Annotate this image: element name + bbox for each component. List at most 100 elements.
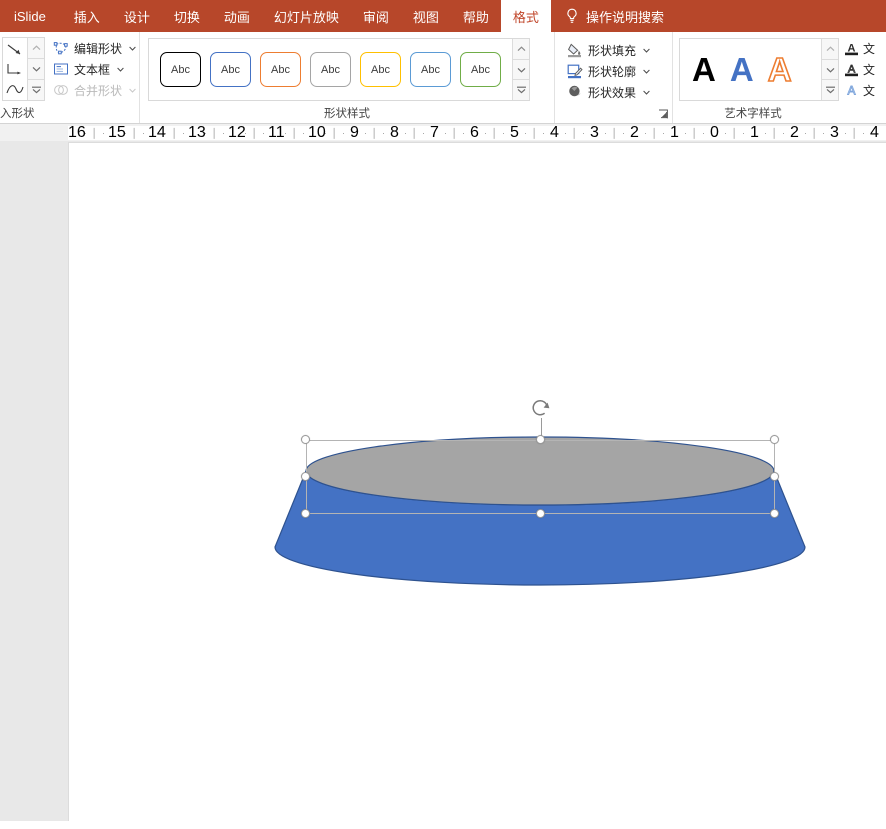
tab-design[interactable]: 设计 (112, 0, 162, 32)
shape-effects-label: 形状效果 (588, 84, 636, 101)
wordart-scroll-down-button[interactable] (822, 60, 838, 81)
handle-top-center[interactable] (536, 435, 545, 444)
rotate-handle[interactable] (530, 398, 552, 418)
tab-help[interactable]: 帮助 (451, 0, 501, 32)
ruler-half-tick: │ (650, 128, 659, 138)
shape-styles-dialog-launcher[interactable] (658, 109, 669, 120)
ruler-minor-tick: · (521, 128, 530, 138)
text-outline-label: 文 (863, 61, 875, 78)
ruler-minor-tick: · (259, 128, 268, 138)
tab-slideshow[interactable]: 幻灯片放映 (262, 0, 351, 32)
more-chevron-icon (31, 86, 42, 94)
wordart-gallery[interactable]: A A A (679, 38, 839, 101)
ruler-minor-tick: · (739, 128, 748, 138)
handle-middle-right[interactable] (770, 472, 779, 481)
shape-effects-icon (567, 84, 583, 100)
shape-fill-button[interactable]: 形状填充 (564, 40, 653, 60)
curve-icon[interactable] (5, 81, 25, 98)
edit-shape-button[interactable]: 编辑形状 (50, 38, 139, 58)
ruler-half-tick: │ (690, 128, 699, 138)
ruler-minor-tick: · (121, 128, 130, 138)
horizontal-ruler[interactable]: 16·│·15·│·14·│·13·│·12·│·11·│·10·│·9·│·8… (0, 124, 886, 142)
styles-more-button[interactable] (513, 80, 529, 100)
group-label-wordart-styles: 艺术字样式 (673, 105, 833, 121)
wordart-thumb[interactable]: A (768, 53, 792, 86)
text-effects-button[interactable]: A 文 (844, 81, 875, 100)
shape-style-thumb[interactable]: Abc (460, 52, 501, 87)
shape-style-thumb[interactable]: Abc (310, 52, 351, 87)
ruler-half-tick: │ (450, 128, 459, 138)
tab-insert[interactable]: 插入 (62, 0, 112, 32)
ruler-half-tick: │ (850, 128, 859, 138)
wordart-thumb[interactable]: A (730, 53, 754, 86)
ruler-minor-tick: · (561, 128, 570, 138)
shapes-scroll-up-button[interactable] (28, 38, 44, 59)
shape-outline-label: 形状轮廓 (588, 63, 636, 80)
tab-review[interactable]: 审阅 (351, 0, 401, 32)
work-area (0, 142, 886, 821)
tab-islide[interactable]: iSlide (0, 0, 62, 32)
tell-me-search[interactable]: 操作说明搜索 (551, 0, 674, 32)
tab-format[interactable]: 格式 (501, 0, 551, 32)
shape-outline-icon (567, 63, 583, 79)
text-fill-button[interactable]: A 文 (844, 39, 875, 58)
ruler-half-tick: │ (770, 128, 779, 138)
ruler-track: 16·│·15·│·14·│·13·│·12·│·11·│·10·│·9·│·8… (68, 126, 886, 140)
styles-scroll-down-button[interactable] (513, 60, 529, 81)
styles-scroll-up-button[interactable] (513, 39, 529, 60)
line-arrow-icon[interactable] (5, 41, 25, 58)
slide-canvas[interactable] (68, 142, 886, 821)
handle-middle-left[interactable] (301, 472, 310, 481)
text-box-button[interactable]: 文本框 (50, 59, 139, 79)
shapes-more-button[interactable] (28, 80, 44, 100)
ruler-minor-tick: · (219, 128, 228, 138)
wordart-more-button[interactable] (822, 80, 838, 100)
chevron-down-icon (826, 67, 835, 73)
tab-animations[interactable]: 动画 (212, 0, 262, 32)
handle-top-right[interactable] (770, 435, 779, 444)
handle-bottom-left[interactable] (301, 509, 310, 518)
shape-styles-gallery[interactable]: Abc Abc Abc Abc Abc Abc Abc (148, 38, 530, 101)
ruler-tick-label: 0 (708, 124, 721, 142)
elbow-connector-icon[interactable] (5, 61, 25, 78)
shape-styles-scroll (512, 39, 529, 100)
ruler-minor-tick: · (241, 128, 250, 138)
ribbon-group-shape-styles: Abc Abc Abc Abc Abc Abc Abc (140, 32, 555, 123)
shapes-gallery-scroll (27, 38, 44, 100)
shape-effects-button[interactable]: 形状效果 (564, 82, 653, 102)
text-effects-icon: A (844, 83, 859, 98)
handle-top-left[interactable] (301, 435, 310, 444)
handle-bottom-right[interactable] (770, 509, 779, 518)
tab-view[interactable]: 视图 (401, 0, 451, 32)
ruler-half-tick: │ (250, 128, 259, 138)
shapes-scroll-down-button[interactable] (28, 59, 44, 80)
ribbon: 编辑形状 文本框 (0, 32, 886, 124)
shape-style-thumb[interactable]: Abc (410, 52, 451, 87)
ruler-half-tick: │ (810, 128, 819, 138)
wordart-thumb[interactable]: A (692, 53, 716, 86)
tab-transitions[interactable]: 切换 (162, 0, 212, 32)
chevron-down-icon (517, 67, 526, 73)
ruler-tick-label: 1 (748, 124, 761, 142)
ruler-minor-tick: · (401, 128, 410, 138)
chevron-up-icon (32, 45, 41, 51)
shape-style-thumb[interactable]: Abc (360, 52, 401, 87)
ruler-minor-tick: · (539, 128, 548, 138)
shapes-gallery[interactable] (2, 37, 45, 101)
wordart-scroll-up-button[interactable] (822, 39, 838, 60)
shape-style-thumb[interactable]: Abc (260, 52, 301, 87)
shape-outline-button[interactable]: 形状轮廓 (564, 61, 653, 81)
ruler-minor-tick: · (841, 128, 850, 138)
ruler-minor-tick: · (419, 128, 428, 138)
text-outline-button[interactable]: A 文 (844, 60, 875, 79)
handle-bottom-center[interactable] (536, 509, 545, 518)
text-fill-icon: A (844, 41, 859, 56)
chevron-up-icon (826, 46, 835, 52)
ruler-minor-tick: · (659, 128, 668, 138)
ruler-tick-label: 9 (348, 124, 361, 142)
shape-style-thumb[interactable]: Abc (160, 52, 201, 87)
shape-style-thumb[interactable]: Abc (210, 52, 251, 87)
ruler-tick-label: 3 (588, 124, 601, 142)
ruler-minor-tick: · (721, 128, 730, 138)
ruler-minor-tick: · (699, 128, 708, 138)
